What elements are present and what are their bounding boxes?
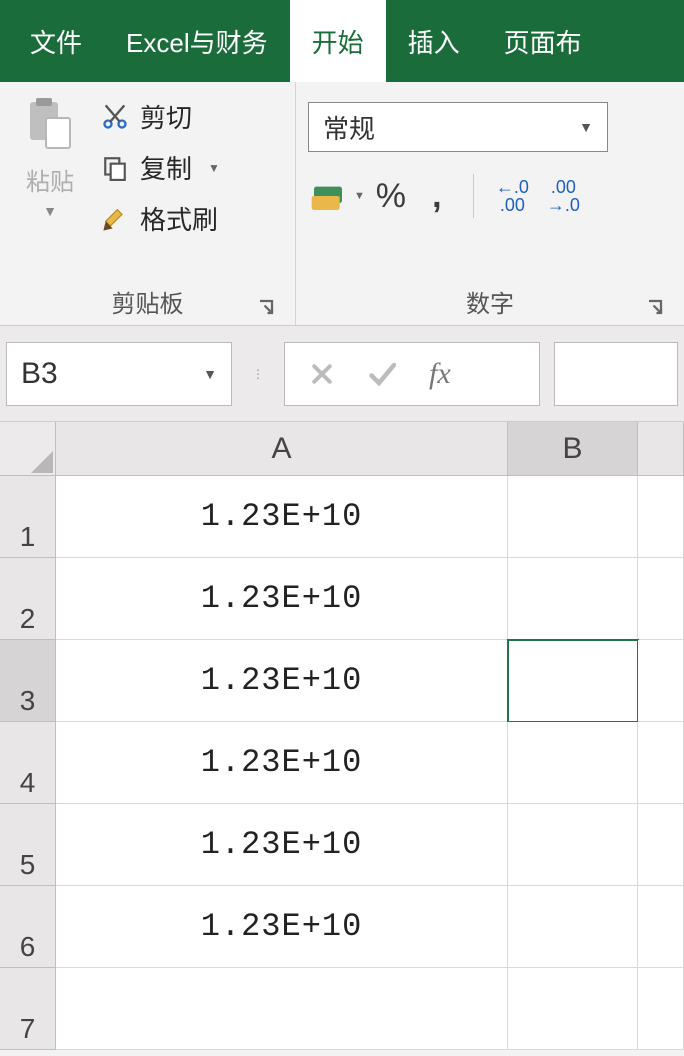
cell[interactable] bbox=[638, 640, 684, 722]
cell-a7[interactable] bbox=[56, 968, 508, 1050]
cut-button[interactable]: 剪切 bbox=[100, 98, 220, 135]
tab-file[interactable]: 文件 bbox=[8, 0, 104, 82]
chevron-down-icon: ▼ bbox=[579, 119, 593, 135]
cell-a3[interactable]: 1.23E+10 bbox=[56, 640, 508, 722]
row-header-3[interactable]: 3 bbox=[0, 640, 56, 722]
cell-a2[interactable]: 1.23E+10 bbox=[56, 558, 508, 640]
percent-button[interactable]: % bbox=[371, 176, 411, 216]
row-header-2[interactable]: 2 bbox=[0, 558, 56, 640]
brush-icon bbox=[100, 204, 130, 234]
cell-a6[interactable]: 1.23E+10 bbox=[56, 886, 508, 968]
ribbon-tabs: 文件 Excel与财务 开始 插入 页面布 bbox=[0, 0, 684, 82]
cell-b5[interactable] bbox=[508, 804, 638, 886]
formula-input[interactable] bbox=[554, 342, 678, 406]
copy-button[interactable]: 复制 ▼ bbox=[100, 149, 220, 186]
cell-b6[interactable] bbox=[508, 886, 638, 968]
cell-a4[interactable]: 1.23E+10 bbox=[56, 722, 508, 804]
number-format-value: 常规 bbox=[323, 109, 375, 146]
column-header[interactable] bbox=[638, 422, 684, 476]
dialog-launcher-icon[interactable] bbox=[257, 295, 275, 313]
tab-insert[interactable]: 插入 bbox=[386, 0, 482, 82]
format-painter-label: 格式刷 bbox=[140, 200, 218, 237]
number-format-dropdown[interactable]: 常规 ▼ bbox=[308, 102, 608, 152]
cell[interactable] bbox=[638, 558, 684, 640]
chevron-down-icon[interactable]: ▼ bbox=[208, 161, 220, 175]
decrease-decimal-button[interactable]: .00→.0 bbox=[541, 178, 586, 214]
copy-icon bbox=[100, 153, 130, 183]
comma-button[interactable]: , bbox=[417, 176, 457, 216]
cell[interactable] bbox=[638, 722, 684, 804]
row-header-7[interactable]: 7 bbox=[0, 968, 56, 1050]
cell[interactable] bbox=[638, 804, 684, 886]
chevron-down-icon[interactable]: ▼ bbox=[203, 366, 217, 382]
cell-b1[interactable] bbox=[508, 476, 638, 558]
expand-icon[interactable]: ⋮ bbox=[246, 367, 270, 381]
tab-page-layout[interactable]: 页面布 bbox=[482, 0, 604, 82]
separator bbox=[473, 174, 474, 218]
increase-decimal-button[interactable]: ←.0.00 bbox=[490, 178, 535, 214]
paste-button[interactable]: 粘贴 ▼ bbox=[12, 92, 88, 219]
dialog-launcher-icon[interactable] bbox=[646, 295, 664, 313]
row-header-5[interactable]: 5 bbox=[0, 804, 56, 886]
column-header-b[interactable]: B bbox=[508, 422, 638, 476]
tab-excel-finance[interactable]: Excel与财务 bbox=[104, 0, 290, 82]
formula-buttons: fx bbox=[284, 342, 540, 406]
copy-label: 复制 bbox=[140, 149, 192, 186]
cell-b7[interactable] bbox=[508, 968, 638, 1050]
name-box[interactable]: B3 ▼ bbox=[6, 342, 232, 406]
cell[interactable] bbox=[638, 476, 684, 558]
name-box-value: B3 bbox=[21, 357, 58, 391]
spreadsheet-grid: A B 1 1.23E+10 2 1.23E+10 3 1.23E+10 4 1… bbox=[0, 422, 684, 1050]
cell[interactable] bbox=[638, 968, 684, 1050]
select-all-corner[interactable] bbox=[0, 422, 56, 476]
cell-b3[interactable] bbox=[508, 640, 638, 722]
cell[interactable] bbox=[638, 886, 684, 968]
formula-bar: B3 ▼ ⋮ fx bbox=[0, 326, 684, 422]
cut-label: 剪切 bbox=[140, 98, 192, 135]
paste-label: 粘贴 bbox=[26, 162, 74, 197]
scissors-icon bbox=[100, 102, 130, 132]
tab-home[interactable]: 开始 bbox=[290, 0, 386, 82]
format-painter-button[interactable]: 格式刷 bbox=[100, 200, 220, 237]
clipboard-icon bbox=[26, 98, 74, 150]
row-header-6[interactable]: 6 bbox=[0, 886, 56, 968]
cell-a1[interactable]: 1.23E+10 bbox=[56, 476, 508, 558]
ribbon: 粘贴 ▼ 剪切 复制 ▼ bbox=[0, 82, 684, 326]
cell-b4[interactable] bbox=[508, 722, 638, 804]
row-header-4[interactable]: 4 bbox=[0, 722, 56, 804]
confirm-icon[interactable] bbox=[367, 359, 397, 389]
row-header-1[interactable]: 1 bbox=[0, 476, 56, 558]
column-header-a[interactable]: A bbox=[56, 422, 508, 476]
cancel-icon[interactable] bbox=[309, 361, 335, 387]
cell-a5[interactable]: 1.23E+10 bbox=[56, 804, 508, 886]
currency-button[interactable] bbox=[308, 176, 348, 216]
number-group-label: 数字 bbox=[466, 284, 514, 319]
chevron-down-icon[interactable]: ▼ bbox=[43, 203, 57, 219]
clipboard-group-label: 剪贴板 bbox=[112, 284, 184, 319]
chevron-down-icon[interactable]: ▼ bbox=[354, 190, 365, 202]
cell-b2[interactable] bbox=[508, 558, 638, 640]
fx-button[interactable]: fx bbox=[429, 357, 451, 391]
